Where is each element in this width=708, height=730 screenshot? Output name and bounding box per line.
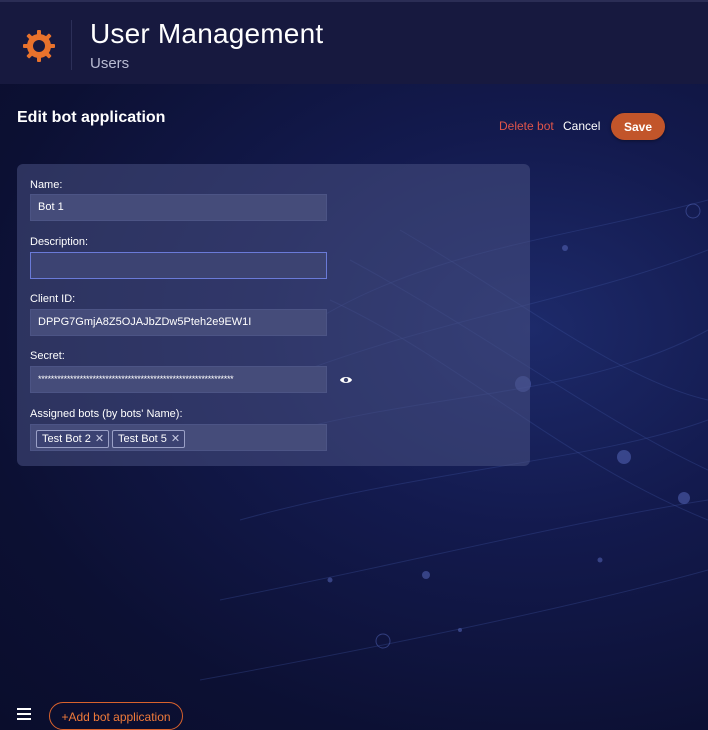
close-icon[interactable]: ✕ (171, 431, 180, 447)
app-subtitle: Users (90, 55, 130, 72)
page-title: Edit bot application (17, 109, 166, 126)
hamburger-icon[interactable] (17, 708, 31, 722)
tag-label: Test Bot 2 (42, 433, 91, 445)
cancel-button[interactable]: Cancel (563, 119, 600, 133)
app-header: User Management Users (0, 0, 708, 84)
secret-field[interactable]: ****************************************… (30, 366, 327, 393)
assigned-bot-tag: Test Bot 5 ✕ (112, 430, 186, 448)
secret-label: Secret: (30, 350, 65, 362)
delete-bot-button[interactable]: Delete bot (499, 119, 554, 133)
client-id-label: Client ID: (30, 293, 76, 305)
client-id-field[interactable]: DPPG7GmjA8Z5OJAJbZDw5Pteh2e9EW1I (30, 309, 327, 336)
description-label: Description: (30, 236, 89, 248)
header-divider (71, 20, 72, 70)
eye-icon[interactable] (339, 375, 353, 385)
description-field[interactable] (30, 252, 327, 279)
bot-form-card: Name: Bot 1 Description: Client ID: DPPG… (17, 164, 530, 466)
add-bot-application-button[interactable]: +Add bot application (49, 702, 183, 730)
name-label: Name: (30, 179, 63, 191)
gear-icon (23, 30, 55, 62)
assigned-bots-label: Assigned bots (by bots' Name): (30, 408, 183, 420)
assigned-bot-tag: Test Bot 2 ✕ (36, 430, 110, 448)
name-field[interactable]: Bot 1 (30, 194, 327, 221)
save-button[interactable]: Save (611, 113, 665, 140)
app-title: User Management (90, 18, 324, 49)
tag-label: Test Bot 5 (118, 433, 167, 445)
close-icon[interactable]: ✕ (95, 431, 104, 447)
